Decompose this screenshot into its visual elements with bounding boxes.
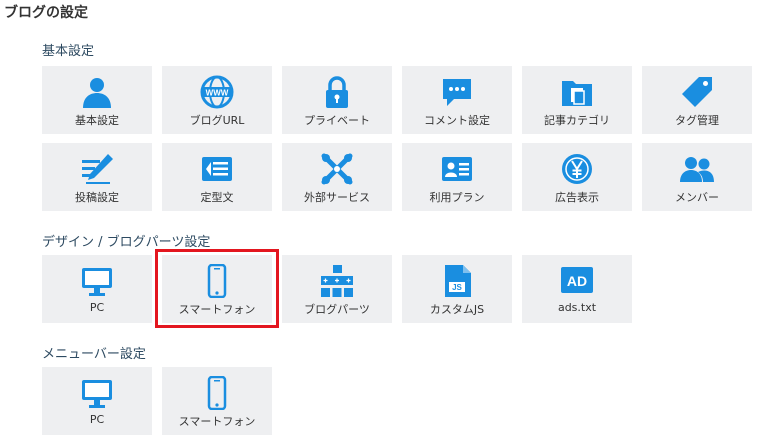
tile-usage-plan[interactable]: 利用プラン [402,143,512,211]
tile-blog-url[interactable]: WWW ブログURL [162,66,272,134]
tile-label: プライベート [304,114,370,127]
section-title-basic: 基本設定 [42,44,95,59]
tile-ads-txt[interactable]: AD ads.txt [522,255,632,323]
tile-post-settings[interactable]: 投稿設定 [42,143,152,211]
tile-label: 記事カテゴリ [544,114,610,127]
tile-label: PC [89,301,105,314]
svg-text:JS: JS [452,283,462,292]
tile-design-pc[interactable]: PC [42,255,152,323]
tile-label: タグ管理 [675,114,719,127]
tile-menubar-smartphone[interactable]: スマートフォン [162,367,272,435]
www-globe-icon: WWW [200,75,234,109]
tile-template-text[interactable]: 定型文 [162,143,272,211]
js-file-icon: JS [440,264,474,298]
comment-icon [440,75,474,109]
tile-label: 広告表示 [555,191,599,204]
tile-article-category[interactable]: 記事カテゴリ [522,66,632,134]
page-title: ブログの設定 [4,5,88,21]
tile-label: ブログパーツ [304,303,370,316]
user-icon [80,75,114,109]
ad-badge-text: AD [567,273,587,289]
tile-basic-settings[interactable]: 基本設定 [42,66,152,134]
tile-label: 基本設定 [75,114,119,127]
tile-label: スマートフォン [178,415,256,428]
tile-label: 利用プラン [429,191,485,204]
tile-external-services[interactable]: 外部サービス [282,143,392,211]
section-title-design: デザイン / ブログパーツ設定 [42,235,211,250]
template-icon [200,152,234,186]
tile-tag-management[interactable]: タグ管理 [642,66,752,134]
tile-label: メンバー [675,191,719,204]
tag-icon [680,75,714,109]
tile-menubar-pc[interactable]: PC [42,367,152,435]
smartphone-icon [200,264,234,298]
tile-label: 外部サービス [304,191,370,204]
svg-text:WWW: WWW [206,89,229,98]
external-service-icon [320,152,354,186]
tile-design-smartphone[interactable]: スマートフォン [162,255,272,323]
tile-label: ads.txt [557,301,597,314]
monitor-icon [80,264,114,298]
smartphone-icon [200,376,234,410]
tile-label: 定型文 [200,191,234,204]
tile-members[interactable]: メンバー [642,143,752,211]
members-icon [680,152,714,186]
tile-ad-display[interactable]: 広告表示 [522,143,632,211]
tile-private[interactable]: プライベート [282,66,392,134]
lock-icon [320,75,354,109]
tile-label: 投稿設定 [75,191,119,204]
tile-blog-parts[interactable]: ブログパーツ [282,255,392,323]
plan-card-icon [440,152,474,186]
blog-parts-icon [320,264,354,298]
tile-custom-js[interactable]: JS カスタムJS [402,255,512,323]
tile-label: コメント設定 [424,114,490,127]
ad-icon: AD [560,264,594,298]
tile-comment-settings[interactable]: コメント設定 [402,66,512,134]
pencil-icon [80,152,114,186]
tile-label: ブログURL [189,114,245,127]
monitor-icon [80,376,114,410]
yen-coin-icon [560,152,594,186]
tile-label: PC [89,413,105,426]
section-title-menubar: メニューバー設定 [42,347,146,362]
tile-label: カスタムJS [429,303,485,316]
folder-icon [560,75,594,109]
tile-label: スマートフォン [178,303,256,316]
